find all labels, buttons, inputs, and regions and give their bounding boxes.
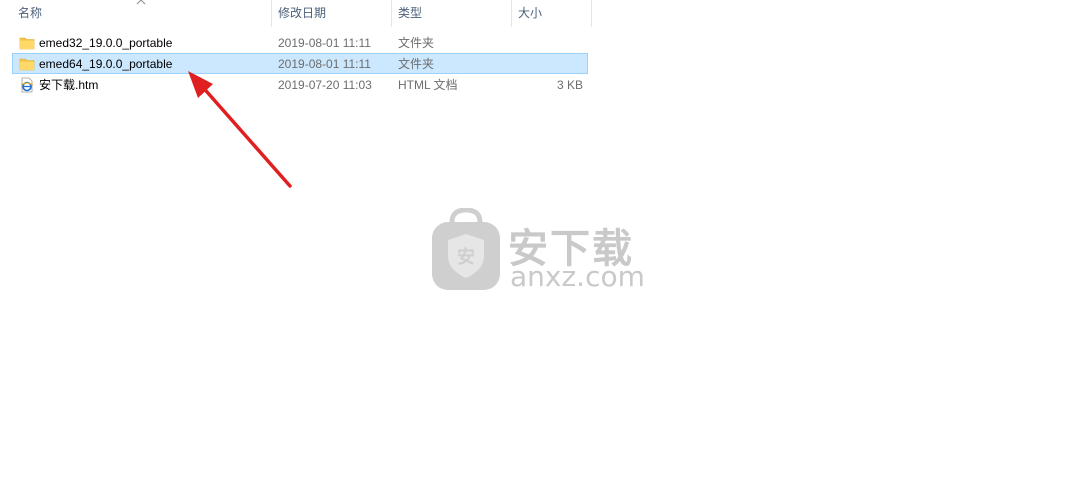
file-row-emed64[interactable]: emed64_19.0.0_portable 2019-08-01 11:11 … <box>12 53 588 74</box>
file-name: 安下载.htm <box>39 78 99 92</box>
watermark-domain: anxz.com <box>510 260 645 293</box>
file-date: 2019-08-01 11:11 <box>278 36 371 50</box>
watermark-shield-icon: 安 <box>432 207 500 290</box>
column-header-date[interactable]: 修改日期 <box>272 0 392 27</box>
html-file-icon <box>20 77 34 93</box>
column-header-date-label: 修改日期 <box>278 6 327 20</box>
watermark: 安 安下载 anxz.com <box>430 207 650 293</box>
file-row-emed32[interactable]: emed32_19.0.0_portable 2019-08-01 11:11 … <box>12 32 588 53</box>
file-name: emed32_19.0.0_portable <box>39 36 173 50</box>
column-header-size[interactable]: 大小 <box>512 0 592 27</box>
watermark-badge-text: 安 <box>457 246 475 268</box>
folder-icon <box>19 58 35 71</box>
file-explorer-view: 名称 修改日期 类型 大小 emed32_19.0.0_portable 201… <box>0 0 1079 502</box>
file-type: 文件夹 <box>398 36 435 50</box>
annotation-arrow-icon <box>188 71 292 188</box>
column-header-name-label: 名称 <box>18 6 43 20</box>
file-type: 文件夹 <box>398 57 435 71</box>
file-name: emed64_19.0.0_portable <box>39 57 173 71</box>
file-row-htm[interactable]: 安下载.htm 2019-07-20 11:03 HTML 文档 3 KB <box>12 74 588 95</box>
file-type: HTML 文档 <box>398 78 458 92</box>
column-header-row: 名称 修改日期 类型 大小 <box>0 0 592 27</box>
column-header-type[interactable]: 类型 <box>392 0 512 27</box>
sort-ascending-icon <box>136 0 146 5</box>
file-size: 3 KB <box>556 78 583 92</box>
column-header-size-label: 大小 <box>518 6 543 20</box>
column-header-type-label: 类型 <box>398 6 423 20</box>
folder-icon <box>19 37 35 50</box>
